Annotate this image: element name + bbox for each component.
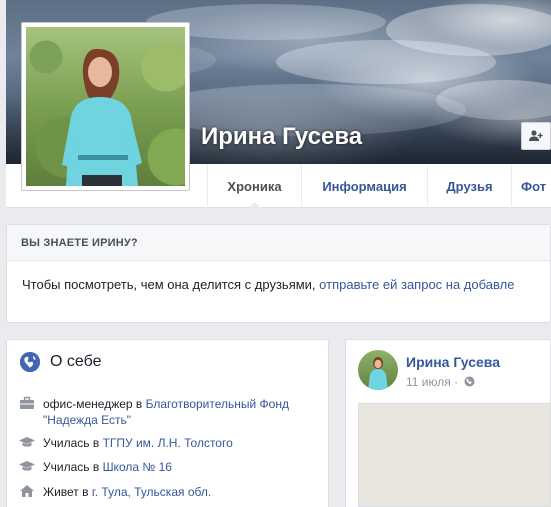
tab-about[interactable]: Информация	[301, 164, 427, 208]
post-author-avatar[interactable]	[358, 350, 398, 390]
prompt-text: Чтобы посмотреть, чем она делится с друз…	[22, 277, 320, 292]
about-education-link[interactable]: Школа № 16	[103, 460, 172, 474]
tab-label: Друзья	[446, 178, 493, 194]
profile-picture[interactable]	[21, 22, 190, 191]
about-education-link[interactable]: ТГПУ им. Л.Н. Толстого	[103, 436, 233, 450]
tab-friends[interactable]: Друзья	[427, 164, 511, 208]
post-date: 11 июля ·	[406, 375, 475, 389]
about-residence-link[interactable]: г. Тула, Тульская обл.	[92, 485, 211, 499]
about-education-1: Училась в ТГПУ им. Л.Н. Толстого	[19, 435, 233, 451]
do-you-know-card: ВЫ ЗНАЕТЕ ИРИНУ? Чтобы посмотреть, чем о…	[6, 224, 551, 323]
do-you-know-header: ВЫ ЗНАЕТЕ ИРИНУ?	[7, 225, 550, 261]
about-work-prefix: офис-менеджер в	[43, 397, 146, 411]
profile-photo	[26, 27, 185, 186]
send-friend-request-link[interactable]: отправьте ей запрос на добавле	[319, 277, 514, 292]
tab-timeline[interactable]: Хроника	[207, 164, 301, 209]
briefcase-icon	[20, 396, 34, 409]
tab-photos[interactable]: Фот	[511, 164, 551, 208]
graduation-cap-icon	[19, 437, 35, 447]
person-figure	[62, 49, 142, 186]
profile-name[interactable]: Ирина Гусева	[201, 123, 362, 151]
post-date-text[interactable]: 11 июля ·	[406, 375, 458, 389]
home-icon	[20, 485, 34, 497]
tab-label: Хроника	[227, 178, 282, 194]
add-friend-button[interactable]	[521, 122, 551, 150]
tab-label: Информация	[322, 178, 407, 194]
about-residence-prefix: Живет в	[43, 485, 92, 499]
add-friend-icon	[529, 130, 543, 141]
about-title: О себе	[50, 353, 102, 370]
about-education-prefix: Училась в	[43, 460, 103, 474]
about-residence: Живет в г. Тула, Тульская обл.	[19, 484, 211, 500]
globe-icon	[20, 352, 40, 372]
friend-request-prompt: Чтобы посмотреть, чем она делится с друз…	[22, 277, 514, 292]
globe-icon	[464, 376, 475, 387]
tab-label: Фот	[521, 178, 547, 194]
post-author-name[interactable]: Ирина Гусева	[406, 354, 500, 370]
about-education-2: Училась в Школа № 16	[19, 459, 172, 475]
graduation-cap-icon	[19, 461, 35, 471]
about-work: офис-менеджер в Благотворительный Фонд "…	[19, 396, 313, 428]
post-image[interactable]	[358, 403, 551, 507]
about-education-prefix: Училась в	[43, 436, 103, 450]
avatar-figure	[368, 357, 388, 390]
